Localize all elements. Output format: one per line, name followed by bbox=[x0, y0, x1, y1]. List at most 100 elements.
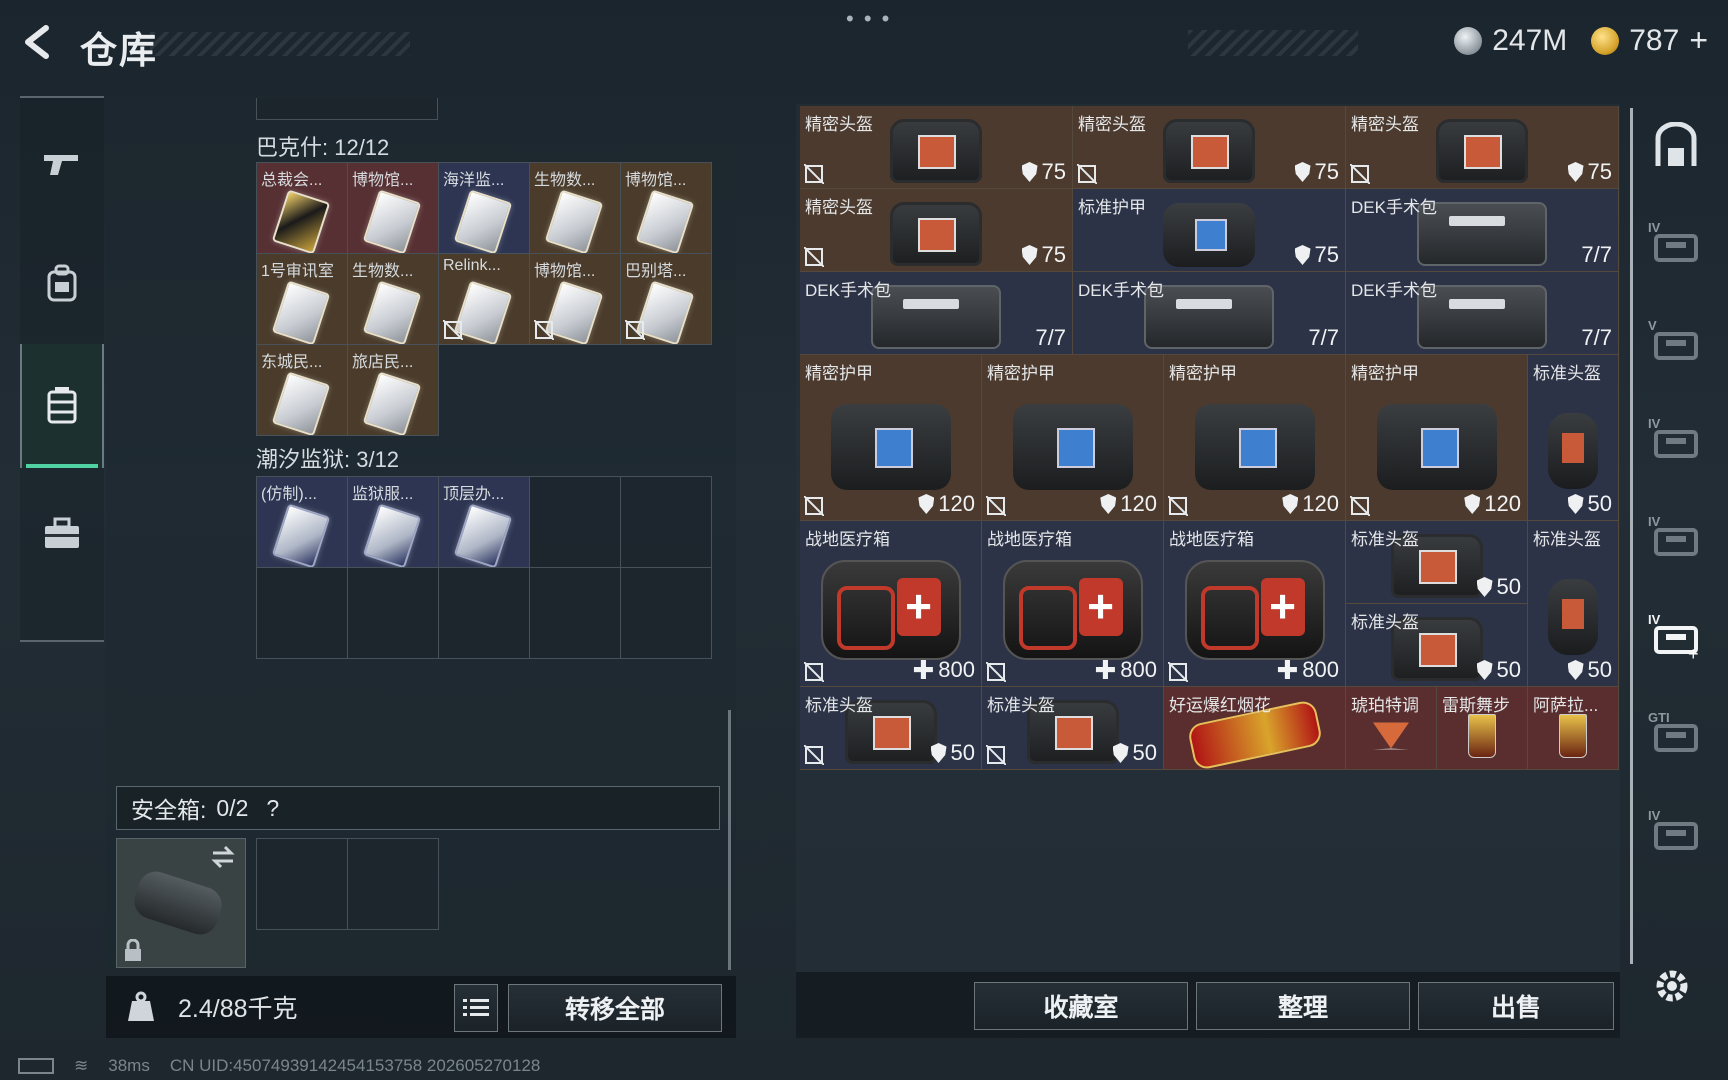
safe-slot[interactable] bbox=[348, 839, 439, 930]
empty-slot[interactable] bbox=[530, 477, 621, 568]
swap-icon[interactable] bbox=[209, 845, 237, 869]
stash-item[interactable]: 战地医疗箱 ✚800 bbox=[982, 521, 1164, 687]
no-transfer-icon bbox=[986, 662, 1006, 682]
sidebar-storage-case[interactable]: V bbox=[1648, 318, 1704, 368]
keycard-slot[interactable]: 1号审讯室 bbox=[257, 254, 348, 345]
keycard-name: 博物馆... bbox=[534, 263, 596, 280]
empty-slot[interactable] bbox=[348, 568, 439, 659]
keycard-slot[interactable]: (仿制)... bbox=[257, 477, 348, 568]
sidebar-storage-case[interactable]: GTI bbox=[1648, 710, 1704, 760]
sidebar-item-weapons[interactable] bbox=[20, 104, 104, 224]
stash-item[interactable]: 标准头盔 50 bbox=[1528, 521, 1619, 687]
safe-box-help[interactable]: ? bbox=[266, 795, 279, 822]
keycard-slot[interactable]: 博物馆... bbox=[348, 163, 439, 254]
stash-item[interactable]: DEK手术包 7/7 bbox=[1346, 272, 1619, 355]
empty-slot[interactable] bbox=[530, 568, 621, 659]
stash-item[interactable]: 阿萨拉... bbox=[1528, 687, 1619, 770]
stash-scrollbar[interactable] bbox=[1630, 108, 1633, 964]
item-name: 精密护甲 bbox=[1351, 364, 1419, 383]
stash-item[interactable]: 雷斯舞步 bbox=[1437, 687, 1528, 770]
backpack-icon bbox=[47, 264, 77, 302]
sidebar-item-backpack[interactable] bbox=[20, 224, 104, 344]
item-name: 战地医疗箱 bbox=[1169, 530, 1254, 549]
item-name: 战地医疗箱 bbox=[805, 530, 890, 549]
empty-slot[interactable] bbox=[621, 477, 712, 568]
no-transfer-icon bbox=[1168, 662, 1188, 682]
keycard-slot[interactable]: 海洋监... bbox=[439, 163, 530, 254]
item-stat: 7/7 bbox=[1581, 242, 1612, 268]
sidebar-item-toolbox[interactable] bbox=[20, 474, 104, 594]
organize-button[interactable]: 整理 bbox=[1196, 982, 1410, 1030]
keycard-slot[interactable]: 总裁会... bbox=[257, 163, 348, 254]
pistol-icon bbox=[44, 155, 78, 175]
list-view-button[interactable] bbox=[454, 984, 498, 1032]
stash-item[interactable]: DEK手术包 7/7 bbox=[1073, 272, 1346, 355]
stash-item[interactable]: 好运爆红烟花 bbox=[1164, 687, 1346, 770]
empty-slot[interactable] bbox=[621, 568, 712, 659]
back-icon[interactable] bbox=[18, 22, 58, 62]
gear-icon[interactable] bbox=[1650, 964, 1694, 1008]
keycard-slot[interactable]: 旅店民... bbox=[348, 345, 439, 436]
item-image bbox=[1373, 722, 1409, 750]
stash-item[interactable]: 精密护甲 120 bbox=[1346, 355, 1528, 521]
stash-item[interactable]: DEK手术包 7/7 bbox=[1346, 189, 1619, 272]
keycard-image bbox=[453, 189, 513, 253]
keycard-slot[interactable]: 生物数... bbox=[348, 254, 439, 345]
empty-slot[interactable] bbox=[257, 568, 348, 659]
stash-item[interactable]: 标准头盔 50 bbox=[1346, 604, 1528, 687]
stash-item[interactable]: 精密头盔 75 bbox=[800, 189, 1073, 272]
safe-box-container[interactable] bbox=[116, 838, 246, 968]
stash-item[interactable]: 精密头盔 75 bbox=[1346, 106, 1619, 189]
stash-item[interactable]: 标准头盔 50 bbox=[800, 687, 982, 770]
sidebar-storage-case[interactable]: IV bbox=[1648, 808, 1704, 858]
item-name: 雷斯舞步 bbox=[1442, 696, 1510, 715]
stash-item[interactable]: 精密护甲 120 bbox=[1164, 355, 1346, 521]
carry-weight: 2.4/88千克 bbox=[178, 995, 298, 1023]
sidebar-storage-case[interactable]: IV bbox=[1648, 416, 1704, 466]
stash-item[interactable]: 战地医疗箱 ✚800 bbox=[800, 521, 982, 687]
stash-item[interactable]: 琥珀特调 bbox=[1346, 687, 1437, 770]
empty-slot[interactable] bbox=[439, 568, 530, 659]
stash-item[interactable]: 精密头盔 75 bbox=[800, 106, 1073, 189]
keycard-slot[interactable]: 监狱服... bbox=[348, 477, 439, 568]
stash-item[interactable]: 标准头盔 50 bbox=[982, 687, 1164, 770]
durability-icon bbox=[930, 743, 947, 763]
keycard-slot[interactable]: 巴别塔... bbox=[621, 254, 712, 345]
keycard-name: 旅店民... bbox=[352, 354, 414, 371]
no-transfer-icon bbox=[534, 320, 554, 340]
sell-button[interactable]: 出售 bbox=[1418, 982, 1614, 1030]
sidebar-storage-case[interactable] bbox=[1648, 121, 1704, 172]
stash-item[interactable]: 标准护甲 75 bbox=[1073, 189, 1346, 272]
keycard-grid-bakeshi: 总裁会... 博物馆... 海洋监... 生物数... 博物馆... 1号审讯室 生物数..… bbox=[256, 162, 712, 436]
stash-item[interactable]: 精密护甲 120 bbox=[982, 355, 1164, 521]
stash-item[interactable]: DEK手术包 7/7 bbox=[800, 272, 1073, 355]
inventory-scrollbar[interactable] bbox=[728, 710, 731, 970]
stash-item[interactable]: 战地医疗箱 ✚800 bbox=[1164, 521, 1346, 687]
item-image bbox=[1002, 560, 1143, 661]
sidebar-storage-case[interactable]: IV bbox=[1648, 514, 1704, 564]
stash-item[interactable]: 精密护甲 120 bbox=[800, 355, 982, 521]
item-image bbox=[1163, 202, 1255, 267]
item-name: 精密头盔 bbox=[1351, 115, 1419, 134]
keycard-slot[interactable]: 生物数... bbox=[530, 163, 621, 254]
no-transfer-icon bbox=[804, 662, 824, 682]
keycard-slot[interactable]: 东城民... bbox=[257, 345, 348, 436]
stash-item[interactable]: 精密头盔 75 bbox=[1073, 106, 1346, 189]
keycard-slot[interactable]: 博物馆... bbox=[621, 163, 712, 254]
sidebar-item-storage[interactable] bbox=[20, 344, 104, 468]
keycard-slot[interactable]: 顶层办... bbox=[439, 477, 530, 568]
sidebar-storage-case[interactable]: + IV bbox=[1648, 612, 1704, 664]
stash-item[interactable]: 标准头盔 50 bbox=[1346, 521, 1528, 604]
transfer-all-button[interactable]: 转移全部 bbox=[508, 984, 722, 1032]
more-options-icon[interactable]: • • • bbox=[846, 6, 891, 32]
keycard-slot[interactable]: Relink... bbox=[439, 254, 530, 345]
sidebar-storage-case[interactable]: IV bbox=[1648, 220, 1704, 270]
keycard-name: (仿制)... bbox=[261, 486, 317, 503]
stash-item[interactable]: 标准头盔 50 bbox=[1528, 355, 1619, 521]
collection-room-button[interactable]: 收藏室 bbox=[974, 982, 1188, 1030]
keycard-slot[interactable]: 博物馆... bbox=[530, 254, 621, 345]
add-currency-button[interactable]: + bbox=[1689, 22, 1708, 59]
item-name: 标准头盔 bbox=[1533, 364, 1601, 383]
item-image bbox=[830, 404, 951, 491]
safe-slot[interactable] bbox=[257, 839, 348, 930]
